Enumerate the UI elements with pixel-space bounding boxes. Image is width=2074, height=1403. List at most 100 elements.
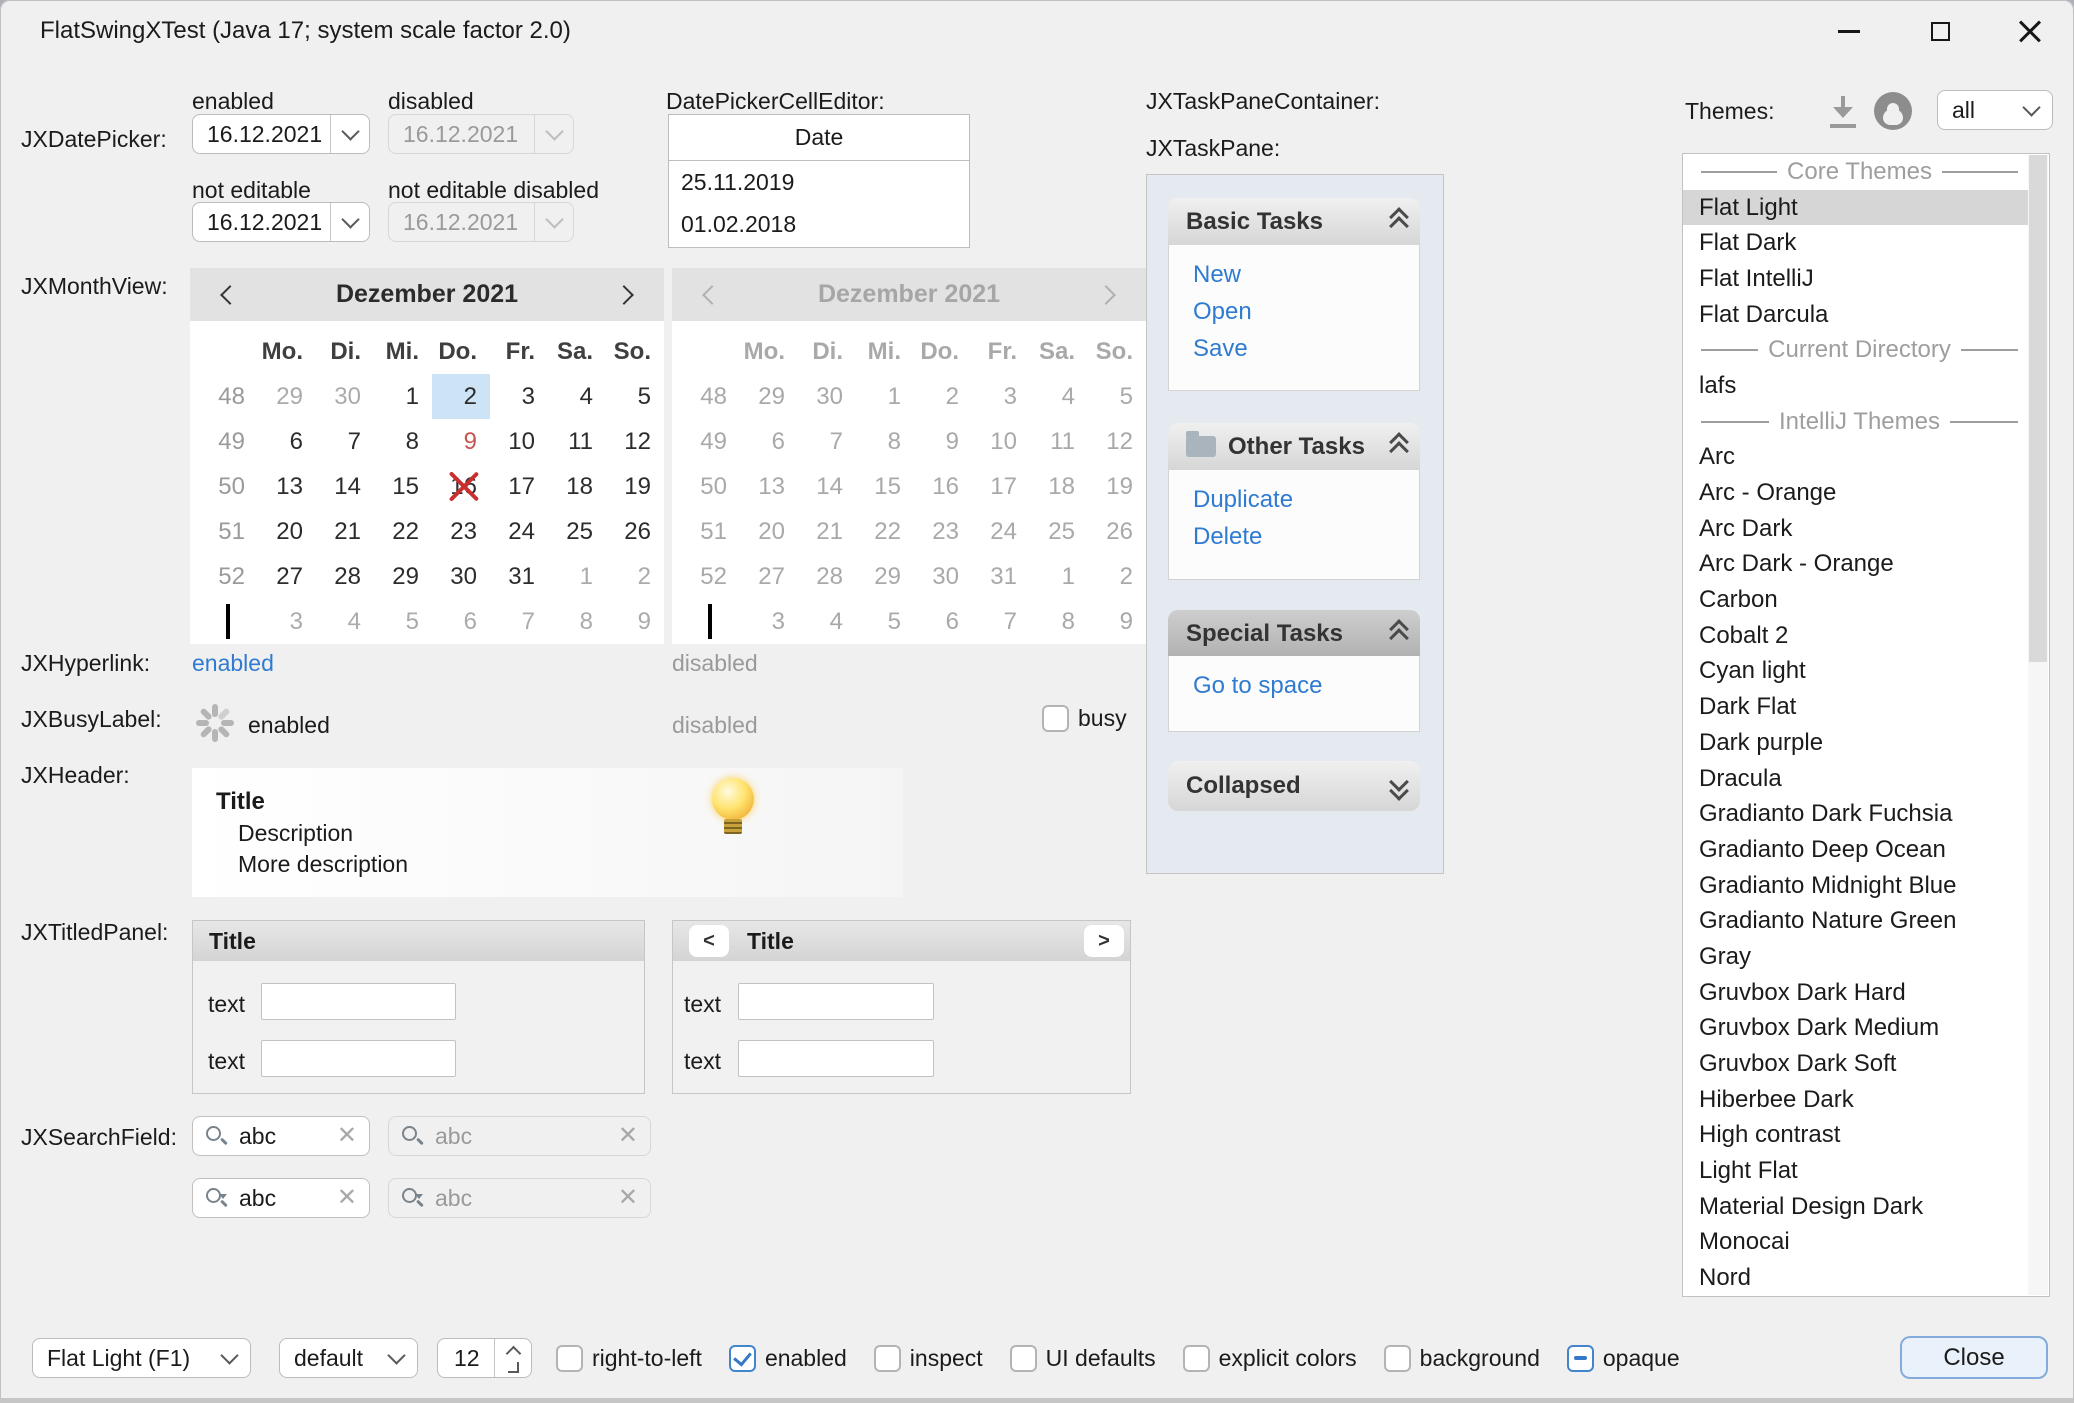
searchfield-enabled[interactable]: abc ✕ (192, 1116, 370, 1156)
option-checkbox[interactable]: right-to-left (556, 1345, 702, 1372)
theme-list-item[interactable]: Dark Flat (1683, 689, 2028, 725)
theme-list-item[interactable]: Material Design Dark (1683, 1189, 2028, 1225)
calendar-day-cell[interactable]: 10 (490, 419, 548, 464)
calendar-day-cell[interactable]: 26 (606, 509, 664, 554)
close-button[interactable]: Close (1900, 1336, 2048, 1379)
calendar-day-cell[interactable]: 7 (316, 419, 374, 464)
text-input[interactable] (738, 1040, 934, 1077)
table-column-header[interactable]: Date (669, 115, 969, 161)
calendar-day-cell[interactable]: 30 (432, 554, 490, 599)
option-checkbox[interactable]: UI defaults (1010, 1345, 1156, 1372)
theme-list-item[interactable]: Gradianto Midnight Blue (1683, 868, 2028, 904)
calendar-day-cell[interactable]: 6 (258, 419, 316, 464)
theme-list-item[interactable]: Flat IntelliJ (1683, 261, 2028, 297)
calendar-day-cell[interactable]: 48 (194, 374, 258, 419)
theme-list-item[interactable]: Gradianto Deep Ocean (1683, 832, 2028, 868)
calendar-day-cell[interactable]: 27 (258, 554, 316, 599)
theme-list-item[interactable]: Core Themes (1683, 154, 2028, 190)
theme-list-item[interactable]: Flat Darcula (1683, 297, 2028, 333)
option-checkbox[interactable]: inspect (874, 1345, 983, 1372)
theme-list-item[interactable]: IntelliJ Themes (1683, 404, 2028, 440)
taskpane-basic-tasks-header[interactable]: Basic Tasks (1168, 198, 1420, 245)
theme-list-item[interactable]: Cobalt 2 (1683, 618, 2028, 654)
calendar-day-cell[interactable]: 16 (432, 464, 490, 509)
calendar-day-cell[interactable]: 31 (490, 554, 548, 599)
table-row[interactable]: 25.11.2019 (669, 161, 969, 203)
calendar-day-cell[interactable]: 49 (194, 419, 258, 464)
option-checkbox[interactable]: opaque (1567, 1345, 1680, 1372)
calendar-day-cell[interactable]: 4 (316, 599, 374, 644)
calendar-day-cell[interactable]: 23 (432, 509, 490, 554)
calendar-day-cell[interactable]: 24 (490, 509, 548, 554)
laf-combobox[interactable]: Flat Light (F1) (32, 1338, 251, 1378)
calendar-day-cell[interactable]: 5 (606, 374, 664, 419)
theme-list-item[interactable]: Nord (1683, 1260, 2028, 1296)
titledpanel-next-button[interactable]: > (1084, 925, 1124, 957)
datepicker-dropdown-button[interactable] (330, 203, 369, 241)
calendar-day-cell[interactable]: 3 (258, 599, 316, 644)
task-link[interactable]: Open (1193, 298, 1419, 326)
theme-list-item[interactable]: Gradianto Nature Green (1683, 903, 2028, 939)
theme-list-item[interactable]: Arc Dark - Orange (1683, 547, 2028, 583)
theme-list-item[interactable]: Arc Dark (1683, 511, 2028, 547)
hyperlink-enabled[interactable]: enabled (192, 650, 274, 677)
clear-icon[interactable]: ✕ (337, 1124, 357, 1148)
calendar-day-cell[interactable]: 52 (194, 554, 258, 599)
theme-list-item[interactable]: Light Flat (1683, 1153, 2028, 1189)
calendar-day-cell[interactable]: 29 (374, 554, 432, 599)
theme-list-item[interactable]: Monocai (1683, 1225, 2028, 1261)
calendar-day-cell[interactable]: 18 (548, 464, 606, 509)
calendar-day-cell[interactable]: 15 (374, 464, 432, 509)
taskpane-special-tasks-header[interactable]: Special Tasks (1168, 610, 1420, 657)
download-icon[interactable] (1828, 96, 1858, 128)
task-link[interactable]: Duplicate (1193, 486, 1419, 514)
github-icon[interactable] (1874, 92, 1912, 130)
theme-list-item[interactable]: High contrast (1683, 1118, 2028, 1154)
theme-list-item[interactable]: Gray (1683, 939, 2028, 975)
theme-list-item[interactable]: Current Directory (1683, 332, 2028, 368)
calendar-day-cell[interactable]: 20 (258, 509, 316, 554)
theme-list-item[interactable]: Gradianto Dark Fuchsia (1683, 796, 2028, 832)
theme-list-item[interactable]: Hiberbee Dark (1683, 1082, 2028, 1118)
text-input[interactable] (261, 983, 456, 1020)
calendar-day-cell[interactable]: 51 (194, 509, 258, 554)
option-checkbox[interactable]: enabled (729, 1345, 847, 1372)
calendar-day-cell[interactable]: 21 (316, 509, 374, 554)
taskpane-collapsed-header[interactable]: Collapsed (1168, 761, 1420, 811)
calendar-day-cell[interactable]: 8 (548, 599, 606, 644)
calendar-day-cell[interactable]: 25 (548, 509, 606, 554)
task-link[interactable]: Go to space (1193, 672, 1419, 700)
searchfield-with-menu-enabled[interactable]: abc ✕ (192, 1178, 370, 1218)
calendar-day-cell[interactable]: 12 (606, 419, 664, 464)
theme-list-item[interactable]: Flat Dark (1683, 225, 2028, 261)
theme-list-item[interactable]: Carbon (1683, 582, 2028, 618)
theme-list-item[interactable]: Gruvbox Dark Hard (1683, 975, 2028, 1011)
calendar-day-cell[interactable]: 8 (374, 419, 432, 464)
calendar-day-cell[interactable]: 2 (606, 554, 664, 599)
table-row[interactable]: 01.02.2018 (669, 203, 969, 245)
scrollbar-thumb[interactable] (2029, 155, 2047, 662)
calendar-day-cell[interactable]: 13 (258, 464, 316, 509)
theme-list-item[interactable]: Flat Light (1683, 190, 2028, 226)
theme-list-item[interactable]: Gruvbox Dark Soft (1683, 1046, 2028, 1082)
datepicker-dropdown-button[interactable] (330, 115, 369, 153)
busy-checkbox[interactable]: busy (1042, 705, 1127, 732)
next-month-button[interactable] (612, 280, 642, 310)
calendar-day-cell[interactable]: 50 (194, 464, 258, 509)
font-size-spinner[interactable]: 12 (437, 1338, 532, 1378)
theme-list-item[interactable]: Dracula (1683, 761, 2028, 797)
calendar-day-cell[interactable]: 22 (374, 509, 432, 554)
calendar-day-cell[interactable]: 9 (432, 419, 490, 464)
text-input[interactable] (738, 983, 934, 1020)
clear-icon[interactable]: ✕ (337, 1186, 357, 1210)
close-window-button[interactable] (2002, 8, 2058, 54)
calendar-day-cell[interactable]: 17 (490, 464, 548, 509)
theme-list-item[interactable]: Cyan light (1683, 654, 2028, 690)
calendar-day-cell[interactable]: 11 (548, 419, 606, 464)
calendar-day-cell[interactable]: 30 (316, 374, 374, 419)
calendar-day-cell[interactable]: 3 (490, 374, 548, 419)
scrollbar-track[interactable] (2028, 155, 2048, 1295)
spinner-buttons[interactable] (494, 1339, 531, 1377)
task-link[interactable]: Delete (1193, 523, 1419, 551)
calendar-day-cell[interactable]: 1 (194, 599, 258, 644)
